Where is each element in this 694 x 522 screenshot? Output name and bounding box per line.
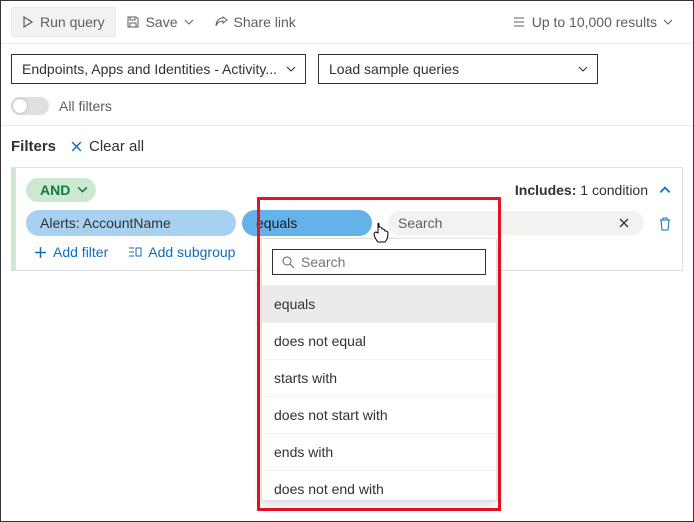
condition-field-label: Alerts: AccountName (40, 215, 171, 231)
operator-option[interactable]: starts with (262, 359, 496, 396)
collapse-button[interactable] (658, 183, 672, 197)
sample-queries-selector[interactable]: Load sample queries (318, 54, 598, 84)
filters-label: Filters (11, 138, 56, 155)
chevron-down-icon (663, 17, 673, 27)
all-filters-label: All filters (59, 98, 112, 114)
search-icon (281, 255, 295, 269)
operator-option[interactable]: equals (262, 285, 496, 322)
group-header: AND Includes: 1 condition (26, 178, 672, 202)
close-icon (70, 140, 83, 153)
operator-options-list[interactable]: equals does not equal starts with does n… (262, 285, 496, 500)
delete-condition-button[interactable] (658, 216, 672, 231)
toolbar: Run query Save Share link Up to 10,000 r… (1, 1, 693, 44)
add-filter-button[interactable]: Add filter (34, 244, 108, 260)
operator-option[interactable]: does not start with (262, 396, 496, 433)
group-operator-label: AND (40, 182, 70, 198)
scope-selector[interactable]: Endpoints, Apps and Identities - Activit… (11, 54, 306, 84)
run-query-button[interactable]: Run query (11, 7, 116, 37)
clear-value-button[interactable] (614, 217, 634, 229)
clear-all-button[interactable]: Clear all (70, 138, 144, 155)
run-query-label: Run query (40, 14, 105, 30)
sample-label: Load sample queries (329, 61, 459, 77)
all-filters-row: All filters (1, 94, 693, 126)
save-label: Save (146, 14, 178, 30)
dropdown-search-field[interactable] (272, 249, 486, 275)
condition-operator-label: equals (256, 215, 297, 231)
condition-field-pill[interactable]: Alerts: AccountName (26, 210, 236, 236)
chevron-down-icon (184, 17, 194, 27)
dropdown-search-input[interactable] (301, 254, 482, 270)
save-button[interactable]: Save (116, 8, 204, 36)
add-filter-label: Add filter (53, 244, 108, 260)
share-icon (214, 15, 228, 29)
filters-header: Filters Clear all (1, 126, 693, 161)
scope-label: Endpoints, Apps and Identities - Activit… (22, 61, 277, 77)
condition-value-input[interactable]: Search (388, 211, 644, 235)
chevron-down-icon (577, 63, 589, 75)
group-operator-selector[interactable]: AND (26, 178, 96, 202)
results-limit-button[interactable]: Up to 10,000 results (502, 8, 683, 36)
operator-option[interactable]: does not equal (262, 322, 496, 359)
condition-row: Alerts: AccountName equals Search (26, 210, 672, 236)
chevron-down-icon (77, 184, 88, 195)
list-icon (512, 15, 526, 29)
play-icon (22, 16, 34, 28)
operator-dropdown: equals does not equal starts with does n… (261, 238, 497, 501)
add-subgroup-label: Add subgroup (148, 244, 235, 260)
all-filters-toggle[interactable] (11, 97, 49, 115)
condition-value-placeholder: Search (398, 215, 442, 231)
operator-option[interactable]: does not end with (262, 470, 496, 500)
add-subgroup-button[interactable]: Add subgroup (128, 244, 235, 260)
subgroup-icon (128, 246, 142, 259)
results-label: Up to 10,000 results (532, 14, 657, 30)
operator-option[interactable]: ends with (262, 433, 496, 470)
save-icon (126, 15, 140, 29)
plus-icon (34, 246, 47, 259)
share-label: Share link (234, 14, 296, 30)
includes-text: Includes: 1 condition (515, 182, 648, 198)
scope-row: Endpoints, Apps and Identities - Activit… (1, 44, 693, 94)
clear-all-label: Clear all (89, 138, 144, 155)
condition-operator-pill[interactable]: equals (242, 210, 372, 236)
share-link-button[interactable]: Share link (204, 8, 306, 36)
chevron-down-icon (285, 63, 297, 75)
